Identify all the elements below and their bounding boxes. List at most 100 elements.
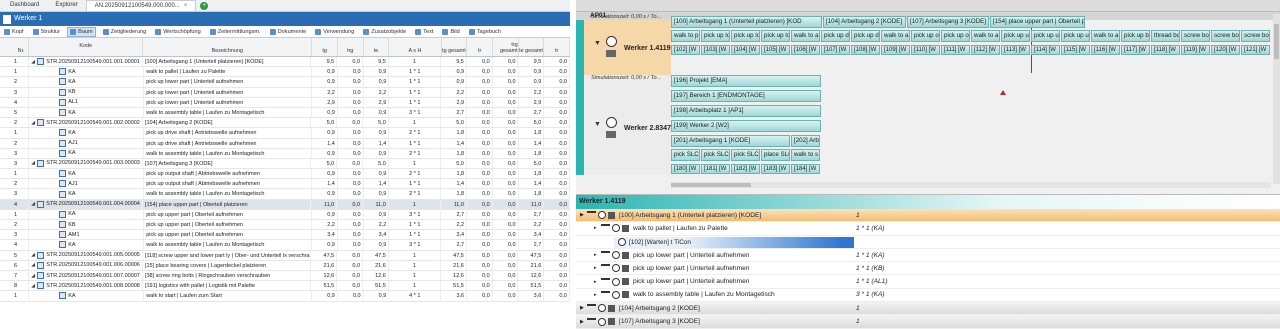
task-block[interactable]: screw bo xyxy=(1241,30,1270,42)
table-row[interactable]: 3 ◢ STR.20250912100549.001.003.00003 [107] … xyxy=(0,158,571,170)
task-block[interactable]: [182] [W xyxy=(731,164,760,174)
table-row[interactable]: 1 KA pick up drive shaft | Antriebswelle a… xyxy=(0,128,570,139)
task-block[interactable]: place SLO xyxy=(761,149,790,161)
task-block[interactable]: pick up o xyxy=(941,30,970,42)
task-block[interactable]: [104] Arbeitsgang 2 [KODE] xyxy=(823,16,906,28)
worker-lane-2[interactable]: ▼ Werker 2.8347 xyxy=(576,75,671,175)
toolbar-zeitgliederung[interactable]: Zeitgliederung xyxy=(101,27,148,37)
table-row[interactable]: 1 KA pick up output shaft | Abtriebswelle … xyxy=(0,169,570,180)
task-block[interactable]: walk to a xyxy=(1091,30,1120,42)
task-block[interactable]: [183] [W xyxy=(761,164,790,174)
hierarchy-block[interactable]: [199] Werker 2 [W2] xyxy=(671,120,821,132)
table-row[interactable]: 1 KA pick up upper part | Oberteil aufnehm… xyxy=(0,209,570,220)
toolbar-tagebuch[interactable]: Tagebuch xyxy=(467,27,503,37)
task-block[interactable]: pick up lo xyxy=(761,30,790,42)
task-block[interactable]: [180] [W xyxy=(671,164,700,174)
task-block[interactable]: [115] [W xyxy=(1061,45,1090,55)
task-block[interactable]: [121] [W xyxy=(1241,45,1270,55)
column-header[interactable]: Bezeichnung xyxy=(143,38,313,56)
tree-row[interactable]: ▸ pick up lower part | Unterteil aufnehme… xyxy=(576,249,1280,263)
table-row[interactable]: 3 AM1 pick up upper part | Oberteil aufneh… xyxy=(0,230,570,241)
chevron-down-icon[interactable]: ▼ xyxy=(594,40,601,47)
task-block[interactable]: [154] place upper part | Oberteil platz xyxy=(990,16,1085,28)
table-row[interactable]: 3 KB pick up lower part | Unterteil aufneh… xyxy=(0,87,570,98)
task-block[interactable]: screw bo xyxy=(1211,30,1240,42)
task-block[interactable]: walk to s xyxy=(791,149,820,161)
horizontal-scrollbar[interactable] xyxy=(671,182,1271,188)
toolbar-zeitermittlungsm-[interactable]: Zeitermittlungsm. xyxy=(208,27,263,37)
toolbar-wertsch-pfung[interactable]: Wertschöpfung xyxy=(153,27,203,37)
tab-analysis[interactable]: AN.20250912100549.000.000... × xyxy=(85,0,197,11)
task-block[interactable]: pick up d xyxy=(851,30,880,42)
task-block[interactable]: pick up b xyxy=(1121,30,1150,42)
expand-arrow-icon[interactable]: ▸ xyxy=(594,279,601,285)
tab-dashboard[interactable]: Dashboard xyxy=(2,0,47,11)
scrollbar-thumb[interactable] xyxy=(1274,24,1279,59)
toolbar-text[interactable]: Text xyxy=(413,27,435,37)
table-row[interactable]: 2 AJ1 pick up drive shaft | Antriebswelle … xyxy=(0,138,570,149)
table-row[interactable]: 1 KA walk to start | Laufen zum Start 0,9 0,… xyxy=(0,291,570,302)
table-row[interactable]: 2 ◢ STR.20250912100549.001.002.00002 [104] … xyxy=(0,118,571,129)
add-tab-icon[interactable]: + xyxy=(200,2,209,10)
task-block[interactable]: pick up u xyxy=(1031,30,1060,42)
task-block[interactable]: [107] Arbeitsgang 3 [KODE] xyxy=(907,16,989,28)
column-header[interactable]: tr xyxy=(467,38,493,56)
expand-arrow-icon[interactable]: ▶ xyxy=(580,319,587,325)
tree-row[interactable]: ▶ [100] Arbeitsgang 1 (Unterteil platzier… xyxy=(576,209,1280,223)
tree-row[interactable]: [102] [Warten] t TiCon xyxy=(576,236,1280,249)
table-row[interactable]: 5 KA walk to assembly table | Laufen zu Mo… xyxy=(0,107,570,119)
task-block[interactable]: [109] [W xyxy=(881,45,910,55)
chevron-down-icon[interactable]: ▼ xyxy=(594,121,601,128)
column-header[interactable]: te gesamt xyxy=(519,38,545,56)
expand-arrow-icon[interactable]: ▸ xyxy=(594,225,601,231)
task-block[interactable]: [107] [W xyxy=(821,45,850,55)
task-block[interactable]: pick up lo xyxy=(731,30,760,42)
toolbar-dokumente[interactable]: Dokumente xyxy=(268,27,309,37)
tab-explorer[interactable]: Explorer xyxy=(47,0,85,11)
tree-row[interactable]: ▸ walk to assembly table | Laufen zu Mont… xyxy=(576,289,1280,303)
task-block[interactable]: pick up u xyxy=(1001,30,1030,42)
table-row[interactable]: 2 KB pick up upper part | Oberteil aufnehm… xyxy=(0,220,570,231)
task-block[interactable]: thread bo xyxy=(1151,30,1180,42)
task-block[interactable]: [113] [W xyxy=(1001,45,1030,55)
task-block[interactable]: pick up d xyxy=(821,30,850,42)
task-block[interactable]: pick up o xyxy=(911,30,940,42)
task-block[interactable]: [118] [W xyxy=(1151,45,1180,55)
column-header[interactable]: Kode xyxy=(29,38,144,56)
expand-arrow-icon[interactable]: ▶ xyxy=(580,305,587,311)
task-block[interactable]: pick up u xyxy=(1061,30,1090,42)
task-block[interactable]: [104] [W xyxy=(731,45,760,55)
toolbar-bild[interactable]: Bild xyxy=(440,27,461,37)
table-row[interactable]: 3 KA walk to assembly table | Laufen zu Mo… xyxy=(0,148,570,159)
table-row[interactable]: 4 AL1 pick up lower part | Unterteil aufne… xyxy=(0,97,570,108)
toolbar-zusatzobjekte[interactable]: Zusatzobjekte xyxy=(361,27,408,37)
task-block[interactable]: [201] Arbeitsgang 1 [KODE] xyxy=(671,135,790,147)
table-row[interactable]: 2 KA pick up lower part | Unterteil aufneh… xyxy=(0,77,570,88)
toolbar-kopf[interactable]: Kopf xyxy=(2,27,26,37)
task-block[interactable]: [117] [W xyxy=(1121,45,1150,55)
column-header[interactable]: tg xyxy=(312,38,338,56)
task-block[interactable]: [110] [W xyxy=(911,45,940,55)
hierarchy-block[interactable]: [197] Bereich 1 [ENDMONTAGE] xyxy=(671,90,821,102)
table-row[interactable]: 3 KA walk to assembly table | Laufen zu Mo… xyxy=(0,189,570,200)
table-row[interactable]: 7 ◢ STR.20250912100549.001.007.00007 [38] s… xyxy=(0,270,571,282)
table-row[interactable]: 2 AJ1 pick up output shaft | Abtriebswelle… xyxy=(0,179,570,190)
column-header[interactable]: tg gesamt xyxy=(442,38,468,56)
task-block[interactable]: [105] [W xyxy=(761,45,790,55)
task-block[interactable]: [119] [W xyxy=(1181,45,1210,55)
table-row[interactable]: 4 ◢ STR.20250912100549.001.004.00004 [154] … xyxy=(0,199,571,210)
tree-row[interactable]: ▸ pick up lower part | Unterteil aufnehme… xyxy=(576,262,1280,276)
table-row[interactable]: 6 ◢ STR.20250912100549.001.006.00006 [15] p… xyxy=(0,260,571,271)
task-block[interactable]: walk to p xyxy=(671,30,700,42)
tree-row[interactable]: ▶ [104] Arbeitsgang 2 [KODE] 1 xyxy=(576,302,1280,316)
tree-row[interactable]: ▸ walk to pallet | Laufen zu Palette 1 * 1… xyxy=(576,222,1280,236)
vertical-scrollbar[interactable] xyxy=(1273,14,1280,184)
task-block[interactable]: [106] [W xyxy=(791,45,820,55)
worker-lane-1[interactable]: ▼ Werker 1.4119 xyxy=(576,20,671,75)
task-block[interactable]: [102] [W xyxy=(671,45,700,55)
task-block[interactable]: pick SLC xyxy=(701,149,730,161)
task-block[interactable]: [114] [W xyxy=(1031,45,1060,55)
task-block[interactable]: walk to a xyxy=(881,30,910,42)
column-header[interactable]: te xyxy=(364,38,390,56)
column-header[interactable]: tr xyxy=(544,38,571,56)
